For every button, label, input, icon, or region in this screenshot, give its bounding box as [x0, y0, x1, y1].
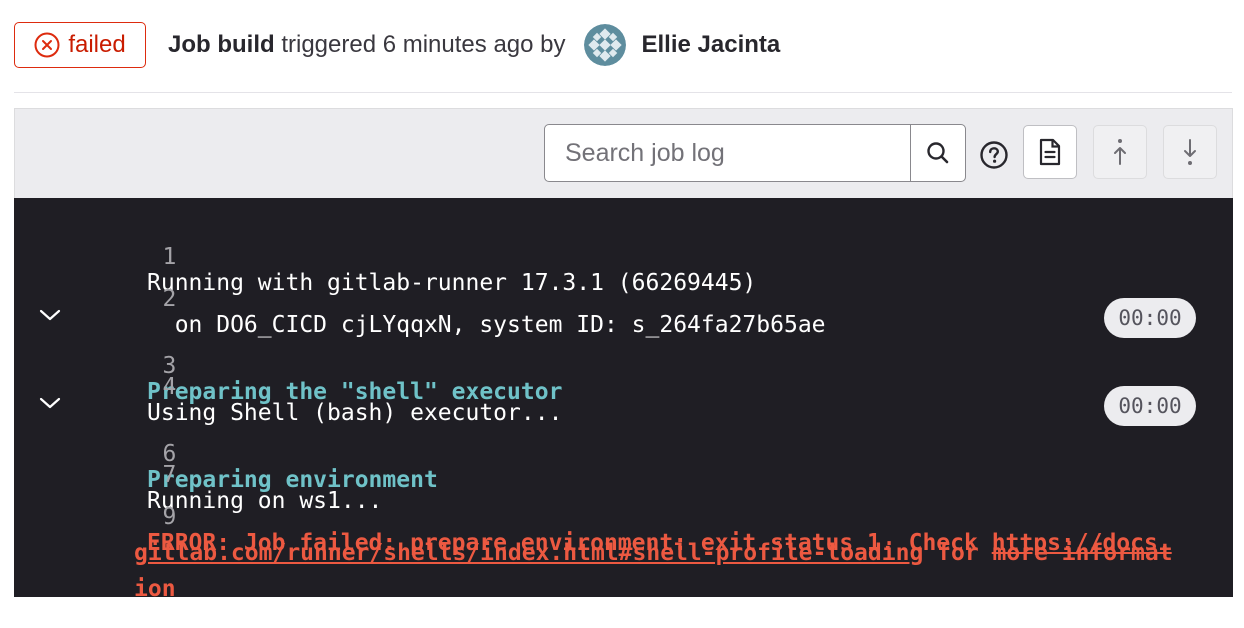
search-button[interactable] — [910, 125, 965, 181]
avatar[interactable] — [583, 24, 626, 66]
scroll-to-top-button[interactable] — [1093, 125, 1147, 179]
divider — [14, 92, 1232, 93]
avatar-pattern-icon — [583, 24, 626, 66]
search-box — [544, 124, 966, 182]
scroll-to-bottom-button[interactable] — [1163, 125, 1217, 179]
job-log: 1 Running with gitlab-runner 17.3.1 (662… — [14, 198, 1233, 602]
show-raw-log-button[interactable] — [1023, 125, 1077, 179]
arrow-up-icon — [1114, 139, 1126, 165]
log-error-line-wrap: ion — [14, 550, 1233, 628]
error-message: ion — [134, 576, 176, 602]
job-log-toolbar — [14, 108, 1233, 198]
search-icon — [927, 142, 949, 164]
search-job-log-input[interactable] — [545, 125, 910, 181]
status-label: failed — [68, 31, 126, 58]
job-header: failed Job build triggered 6 minutes ago… — [14, 22, 1244, 68]
document-icon — [1039, 138, 1061, 166]
job-name: Job build — [168, 31, 275, 58]
status-badge[interactable]: failed — [14, 22, 146, 68]
job-summary: Job build triggered 6 minutes ago by — [168, 31, 566, 59]
chevron-down-icon[interactable] — [38, 303, 62, 327]
help-button[interactable] — [978, 139, 1010, 171]
user-name-link[interactable]: Ellie Jacinta — [642, 31, 781, 59]
close-circle-icon — [34, 32, 60, 58]
chevron-down-icon[interactable] — [38, 391, 62, 415]
arrow-down-icon — [1184, 139, 1196, 165]
trigger-text: triggered 6 minutes ago by — [281, 31, 566, 58]
section-duration-badge: 00:00 — [1104, 386, 1196, 426]
section-duration-badge: 00:00 — [1104, 298, 1196, 338]
question-circle-icon — [980, 141, 1008, 169]
